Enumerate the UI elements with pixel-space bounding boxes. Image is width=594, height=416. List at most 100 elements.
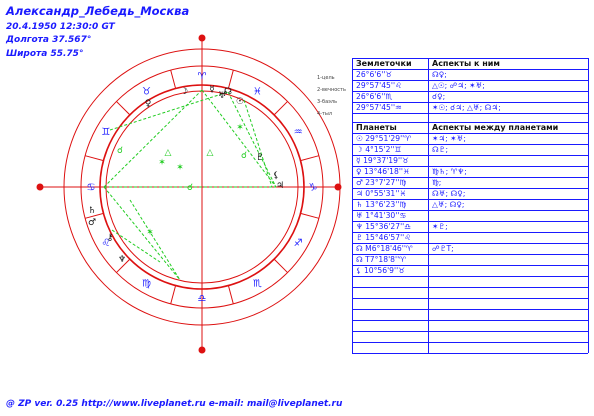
zodiac-sign-glyph: ♉ <box>142 86 151 97</box>
footer-credits: @ ZP ver. 0.25 http://www.liveplanet.ru … <box>6 399 343 409</box>
planet-glyph: ☊ <box>224 87 232 97</box>
table-rule <box>352 320 588 321</box>
aspect-line <box>109 91 229 131</box>
planet-glyph: ☉ <box>236 97 244 107</box>
sign-divider <box>300 155 320 162</box>
planet-position: ☿ 19°37'19''♉ <box>356 156 409 165</box>
planet-position: ☊ T7°18'8''♈ <box>356 255 406 264</box>
planet-position: ♀ 13°46'18''♓ <box>356 167 410 176</box>
zodiac-sign-glyph: ♐ <box>294 238 303 249</box>
zodiac-sign-glyph: ♏ <box>253 279 262 290</box>
aspect-glyph: ✶ <box>236 123 244 133</box>
sign-divider <box>273 101 288 116</box>
planet-glyph: ☿ <box>209 85 215 95</box>
side-label-1: 1-цель <box>317 75 335 81</box>
planet-aspects: ✶♃; ✶♅; <box>432 134 466 143</box>
sign-divider <box>170 69 177 89</box>
aspect-glyph: ☌ <box>187 183 193 193</box>
planet-aspects: ♍♄; ♈♆; <box>432 167 467 176</box>
planet-position: ♆ 15°36'27''♎ <box>356 222 412 231</box>
sign-divider <box>300 212 320 219</box>
aspect-glyph: ☌ <box>117 146 123 156</box>
side-label-2: 2-вечность <box>317 87 346 93</box>
zodiac-sign-glyph: ♒ <box>294 127 303 138</box>
table-rule <box>352 276 588 277</box>
planet-position: ⚸ 10°56'9''♉ <box>356 266 405 275</box>
planets-header: Планеты <box>356 123 397 132</box>
top-axis-marker <box>198 34 206 42</box>
planet-aspects: ☊♅; ☊♀; <box>432 189 466 198</box>
table-rule <box>352 342 588 343</box>
point-aspects: ☊♀; <box>432 70 447 79</box>
aspect-line <box>129 199 181 281</box>
aspect-glyph: ✶ <box>158 158 166 168</box>
aspect-glyph: ✶ <box>146 228 154 238</box>
planet-position: ♅ 1°41'30''♋ <box>356 211 407 220</box>
sign-divider <box>273 258 288 273</box>
point-aspects: △☉; ☍♃; ✶♅; <box>432 81 485 90</box>
chart-axes <box>40 38 338 350</box>
point-position: 26°6'6''♉ <box>356 70 393 79</box>
side-label-4: 4-тыл <box>317 111 333 117</box>
bottom-axis-marker <box>198 346 206 354</box>
point-position: 29°57'45''♌ <box>356 81 402 90</box>
aspect-line <box>103 186 181 281</box>
zodiac-sign-glyph: ♓ <box>253 86 262 97</box>
points-header: Землеточки <box>356 59 412 68</box>
planet-glyph: ♀ <box>145 99 152 109</box>
planet-position: ♇ 15°46'57''♌ <box>356 233 412 242</box>
aspect-glyph: ☌ <box>241 151 247 161</box>
points-aspects-header: Аспекты к ним <box>432 59 500 68</box>
planets-aspects-header: Аспекты между планетами <box>432 123 559 132</box>
table-rule <box>588 58 589 353</box>
planet-position: ☊ M6°18'46''♈ <box>356 244 413 253</box>
planet-position: ♂ 23°7'27''♍ <box>356 178 407 187</box>
planet-position: ☉ 29°51'29''♈ <box>356 134 412 143</box>
zodiac-sign-glyph: ♋ <box>87 183 96 194</box>
planet-glyphs: ☉☽ ☿♀♂♃♄♅♆♇☊⚸⚷ <box>88 85 284 265</box>
zodiac-sign-glyph: ♎ <box>198 294 207 305</box>
axis-end-markers <box>36 34 342 354</box>
sign-divider <box>227 285 234 305</box>
side-label-3: 3-баэль <box>317 99 338 105</box>
zodiac-sign-glyph: ♑ <box>309 183 318 194</box>
sign-divider <box>170 285 177 305</box>
aspect-glyph: ✶ <box>176 163 184 173</box>
aspect-glyph: △ <box>165 148 172 158</box>
planet-aspects: ☍♇T; <box>432 244 454 253</box>
zodiac-sign-glyph: ♈ <box>198 72 207 83</box>
table-rule <box>352 353 588 354</box>
planet-aspects: ♍; <box>432 178 442 187</box>
table-rule <box>352 298 588 299</box>
zodiac-sign-glyph: ♍ <box>142 279 151 290</box>
planet-position: ☽ 4°15'2''♊ <box>356 145 402 154</box>
table-rule <box>352 58 353 353</box>
table-rule <box>352 331 588 332</box>
planet-glyph: ☽ <box>180 87 188 97</box>
planet-position: ♃ 0°55'31''♓ <box>356 189 407 198</box>
point-position: 29°57'45''♒ <box>356 103 402 112</box>
planet-glyph: ⚸ <box>273 171 280 181</box>
planet-glyph: ♂ <box>88 218 96 228</box>
planet-aspects: △♅; ☊♀; <box>432 200 465 209</box>
planet-glyph: ♃ <box>276 181 284 191</box>
aspect-glyphs: △ △☌☌ ☌✶✶✶✶ <box>117 123 247 238</box>
left-axis-marker <box>36 183 44 191</box>
planet-aspects: ✶♇; <box>432 222 448 231</box>
table-rule <box>352 287 588 288</box>
point-aspects: ☌♀; <box>432 92 446 101</box>
sign-divider <box>116 101 131 116</box>
point-position: 26°6'6''♏ <box>356 92 393 101</box>
table-rule <box>352 113 588 114</box>
table-rule <box>352 309 588 310</box>
planet-aspects: ☊♇; <box>432 145 449 154</box>
point-aspects: ✶☉; ☌♃; △♅; ☊♃; <box>432 103 501 112</box>
aspect-glyph: △ <box>207 148 214 158</box>
planet-glyph: ⚷ <box>107 233 114 243</box>
sign-divider <box>84 155 104 162</box>
planet-glyph: ♄ <box>88 206 96 216</box>
aspect-line <box>243 99 273 188</box>
planet-glyph: ♇ <box>256 153 264 163</box>
planet-position: ♄ 13°6'23''♍ <box>356 200 407 209</box>
table-rule <box>428 58 429 353</box>
